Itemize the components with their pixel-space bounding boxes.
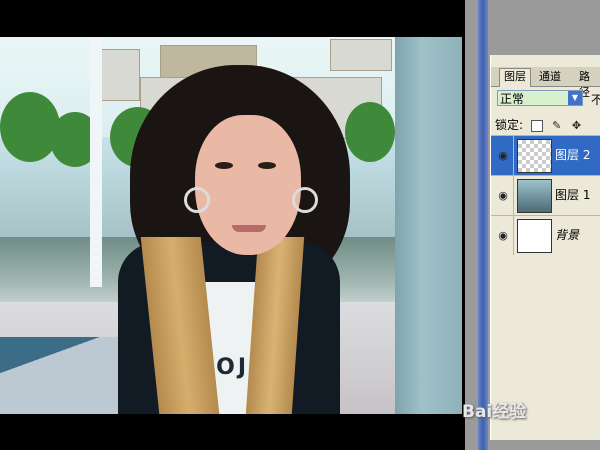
lock-transparent-icon[interactable] — [530, 119, 543, 132]
eye-icon[interactable]: ◉ — [493, 176, 514, 215]
blend-mode-select[interactable]: 正常 ▼ — [497, 90, 583, 106]
person-face — [195, 115, 301, 255]
layer-row[interactable]: ◉ 图层 2 — [491, 135, 600, 175]
blend-mode-value: 正常 — [500, 92, 525, 106]
layer-name: 图层 1 — [555, 188, 591, 202]
earring-icon — [292, 187, 318, 213]
lock-brush-icon[interactable]: ✎ — [551, 119, 563, 132]
layers-panel: 图层 通道 路径 正常 ▼ 不 锁定: ✎ ✥ 🔒︎ ◉ 图层 2 ◉ 图层 1… — [490, 55, 600, 440]
person-eye — [258, 162, 276, 169]
blend-row: 正常 ▼ 不 — [491, 88, 600, 108]
document-canvas[interactable]: JOJ — [0, 0, 465, 450]
layer-name: 图层 2 — [555, 148, 591, 162]
watermark: Bai经验 — [462, 402, 527, 422]
layer-thumbnail — [517, 219, 552, 253]
tab-channels[interactable]: 通道 — [535, 69, 565, 85]
layer-thumbnail — [517, 179, 552, 213]
window-frame — [478, 0, 488, 450]
person-mouth — [232, 225, 266, 232]
chevron-down-icon[interactable]: ▼ — [568, 91, 582, 105]
eye-icon[interactable]: ◉ — [493, 136, 514, 175]
panel-tabs: 图层 通道 路径 — [491, 67, 600, 99]
lock-move-icon[interactable]: ✥ — [571, 119, 583, 132]
photo-tree — [0, 92, 60, 162]
photo-pillar — [395, 37, 462, 414]
layer-name: 背景 — [555, 228, 580, 242]
person-eye — [215, 162, 233, 169]
earring-icon — [184, 187, 210, 213]
photo-pole — [90, 37, 102, 287]
opacity-label: 不 — [591, 93, 600, 107]
photo-tree — [345, 102, 395, 162]
photo-pavement-edge — [0, 337, 120, 414]
layer-row[interactable]: ◉ 图层 1 — [491, 175, 600, 215]
eye-icon[interactable]: ◉ — [493, 216, 514, 255]
photo-image: JOJ — [0, 37, 462, 414]
lock-label: 锁定: — [495, 118, 524, 132]
lock-row: 锁定: ✎ ✥ 🔒︎ — [495, 117, 600, 147]
photo-building — [330, 39, 392, 71]
photo-building — [100, 49, 140, 101]
layer-row[interactable]: ◉ 背景 — [491, 215, 600, 255]
layer-thumbnail — [517, 139, 552, 173]
tab-layers[interactable]: 图层 — [499, 68, 531, 87]
tab-paths[interactable]: 路径 — [575, 69, 600, 99]
